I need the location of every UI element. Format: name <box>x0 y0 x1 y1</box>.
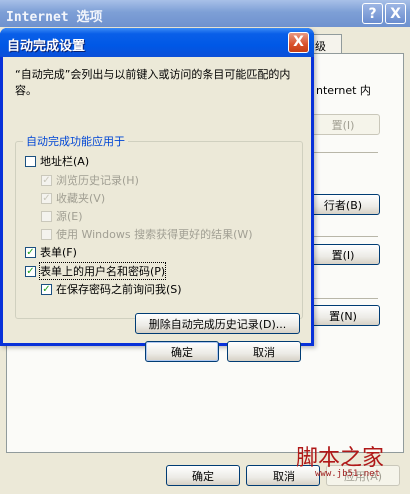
internet-options-title: Internet 选项 <box>6 10 103 25</box>
separator <box>312 152 378 153</box>
dialog-close-button[interactable]: X <box>288 32 309 53</box>
favorites-checkbox[interactable]: ✓ 收藏夹(V) <box>41 190 105 206</box>
checkmark-icon[interactable]: ✓ <box>41 283 52 295</box>
forms-checkbox[interactable]: ✓ 表单(F) <box>25 244 77 260</box>
settings-button-partial-3[interactable]: 置(N) <box>306 305 380 326</box>
checkbox-label: 使用 Windows 搜索获得更好的结果(W) <box>56 228 253 241</box>
publishers-button-partial[interactable]: 行者(B) <box>306 194 380 215</box>
checkbox-box[interactable] <box>41 228 52 240</box>
help-button[interactable]: ? <box>362 3 383 24</box>
checkbox-label: 表单上的用户名和密码(P) <box>38 262 167 280</box>
checkmark-icon[interactable]: ✓ <box>41 174 52 186</box>
watermark-text: 脚本之家 <box>296 446 385 471</box>
dialog-titlebar: 自动完成设置 X <box>0 28 314 57</box>
checkbox-label: 收藏夹(V) <box>56 192 106 205</box>
groupbox-label: 自动完成功能应用于 <box>23 133 128 149</box>
internet-options-titlebar: Internet 选项 ? X <box>0 0 410 27</box>
autocomplete-settings-dialog: 自动完成设置 X “自动完成”会列出与以前键入或访问的条目可能匹配的内容。 自动… <box>0 28 314 362</box>
dialog-title: 自动完成设置 <box>7 39 86 54</box>
dialog-description: “自动完成”会列出与以前键入或访问的条目可能匹配的内容。 <box>15 68 291 97</box>
separator <box>312 298 378 299</box>
watermark-url: www.jb51.net <box>315 469 381 479</box>
address-bar-checkbox[interactable]: 地址栏(A) <box>25 153 89 169</box>
dialog-cancel-button[interactable]: 取消 <box>227 341 301 362</box>
checkmark-icon[interactable]: ✓ <box>25 265 36 277</box>
checkbox-box[interactable] <box>41 210 52 222</box>
checkbox-label: 在保存密码之前询问我(S) <box>56 283 182 296</box>
checkmark-icon[interactable]: ✓ <box>41 192 52 204</box>
window-close-button[interactable]: X <box>385 3 406 24</box>
dialog-body: “自动完成”会列出与以前键入或访问的条目可能匹配的内容。 自动完成功能应用于 地… <box>3 57 311 362</box>
separator <box>312 236 378 237</box>
browsing-history-checkbox[interactable]: ✓ 浏览历史记录(H) <box>41 172 139 188</box>
internet-content-text: nternet 内 <box>316 84 371 97</box>
settings-button-partial-2[interactable]: 置(I) <box>306 244 380 265</box>
dialog-ok-button[interactable]: 确定 <box>145 341 219 362</box>
checkbox-label: 地址栏(A) <box>40 155 90 168</box>
options-ok-button[interactable]: 确定 <box>166 465 240 486</box>
ask-before-saving-checkbox[interactable]: ✓ 在保存密码之前询问我(S) <box>41 281 182 297</box>
checkbox-box[interactable] <box>25 155 36 167</box>
delete-history-button[interactable]: 删除自动完成历史记录(D)... <box>135 313 300 334</box>
windows-search-checkbox[interactable]: 使用 Windows 搜索获得更好的结果(W) <box>41 226 253 242</box>
checkbox-label: 表单(F) <box>40 246 77 259</box>
feeds-checkbox[interactable]: 源(E) <box>41 208 83 224</box>
checkmark-icon[interactable]: ✓ <box>25 246 36 258</box>
checkbox-label: 浏览历史记录(H) <box>56 174 139 187</box>
usernames-passwords-checkbox[interactable]: ✓ 表单上的用户名和密码(P) <box>25 262 167 280</box>
checkbox-label: 源(E) <box>56 210 83 223</box>
settings-button-partial-1[interactable]: 置(I) <box>306 114 380 135</box>
